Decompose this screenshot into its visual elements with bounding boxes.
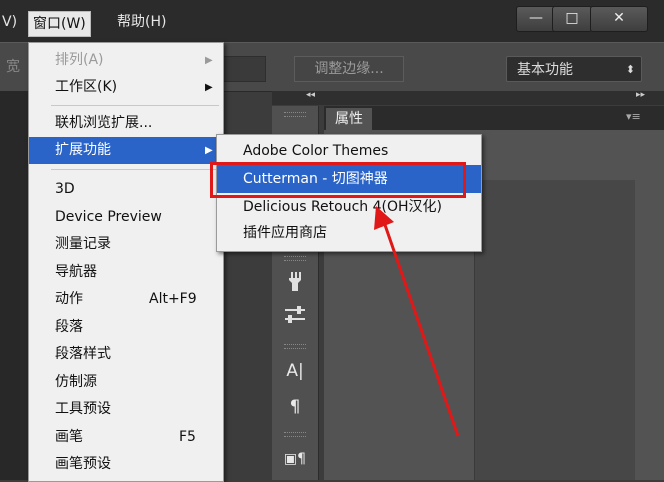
menu-item-3d[interactable]: 3D	[29, 176, 223, 203]
panel-menu-icon[interactable]: ▾≡	[626, 110, 641, 123]
menu-item-tool-presets[interactable]: 工具预设	[29, 396, 223, 423]
collapse-left-icon[interactable]: ◂◂	[306, 90, 315, 100]
adjustments-icon[interactable]	[282, 306, 308, 332]
menu-item-measurement-log[interactable]: 测量记录	[29, 231, 223, 258]
menu-item-brush-presets[interactable]: 画笔预设	[29, 451, 223, 478]
brush-icon[interactable]	[282, 270, 308, 296]
panel-content	[474, 180, 635, 480]
menu-item-actions[interactable]: 动作 Alt+F9	[29, 286, 223, 313]
grip-handle[interactable]	[284, 432, 306, 437]
width-field[interactable]	[222, 56, 266, 82]
paragraph-style-icon[interactable]: ▣¶	[282, 446, 308, 472]
menu-bar: V) 窗口(W) 帮助(H) — □ ✕	[0, 0, 664, 42]
menu-item-browse-extensions[interactable]: 联机浏览扩展...	[29, 110, 223, 137]
submenu-item-adobe-color-themes[interactable]: Adobe Color Themes	[217, 137, 481, 165]
minimize-button[interactable]: —	[516, 6, 556, 32]
chevron-updown-icon: ⬍	[625, 63, 635, 76]
window-menu-dropdown: 排列(A) ▶ 工作区(K) ▶ 联机浏览扩展... 扩展功能 ▶ 3D Dev…	[28, 42, 224, 482]
dock-header: ◂◂ ▸▸	[272, 90, 664, 105]
shortcut-label: Alt+F9	[149, 291, 197, 307]
menu-window[interactable]: 窗口(W)	[28, 11, 91, 37]
menu-help[interactable]: 帮助(H)	[117, 10, 166, 34]
submenu-arrow-icon: ▶	[205, 145, 213, 156]
workspace-select[interactable]: 基本功能 ⬍	[506, 56, 642, 82]
close-button[interactable]: ✕	[590, 6, 648, 32]
width-label: 宽	[6, 59, 20, 75]
submenu-arrow-icon: ▶	[205, 55, 213, 66]
tab-properties[interactable]: 属性	[326, 108, 372, 130]
annotation-highlight-box	[210, 162, 466, 198]
maximize-button[interactable]: □	[552, 6, 592, 32]
menu-item-clone-source[interactable]: 仿制源	[29, 369, 223, 396]
menu-item-arrange[interactable]: 排列(A) ▶	[29, 47, 223, 74]
refine-edge-button[interactable]: 调整边缘...	[294, 56, 404, 82]
menu-item-workspace[interactable]: 工作区(K) ▶	[29, 74, 223, 101]
grip-handle[interactable]	[284, 112, 306, 117]
menu-view[interactable]: V)	[2, 10, 17, 34]
submenu-arrow-icon: ▶	[205, 82, 213, 93]
menu-item-brush[interactable]: 画笔 F5	[29, 424, 223, 451]
panel-tab-bar	[324, 106, 664, 130]
workspace-value: 基本功能	[517, 62, 573, 78]
grip-handle[interactable]	[284, 256, 306, 261]
menu-item-paragraph-styles[interactable]: 段落样式	[29, 341, 223, 368]
menu-item-device-preview[interactable]: Device Preview	[29, 204, 223, 231]
menu-item-paragraph[interactable]: 段落	[29, 314, 223, 341]
menu-separator	[51, 169, 219, 170]
menu-item-navigator[interactable]: 导航器	[29, 259, 223, 286]
submenu-item-plugin-store[interactable]: 插件应用商店	[217, 219, 481, 247]
character-icon[interactable]: A|	[282, 358, 308, 384]
menu-item-extensions[interactable]: 扩展功能 ▶	[29, 137, 223, 164]
grip-handle[interactable]	[284, 344, 306, 349]
paragraph-icon[interactable]: ¶	[282, 394, 308, 420]
menu-separator	[51, 105, 219, 106]
shortcut-label: F5	[179, 429, 196, 445]
collapse-right-icon[interactable]: ▸▸	[636, 90, 645, 100]
